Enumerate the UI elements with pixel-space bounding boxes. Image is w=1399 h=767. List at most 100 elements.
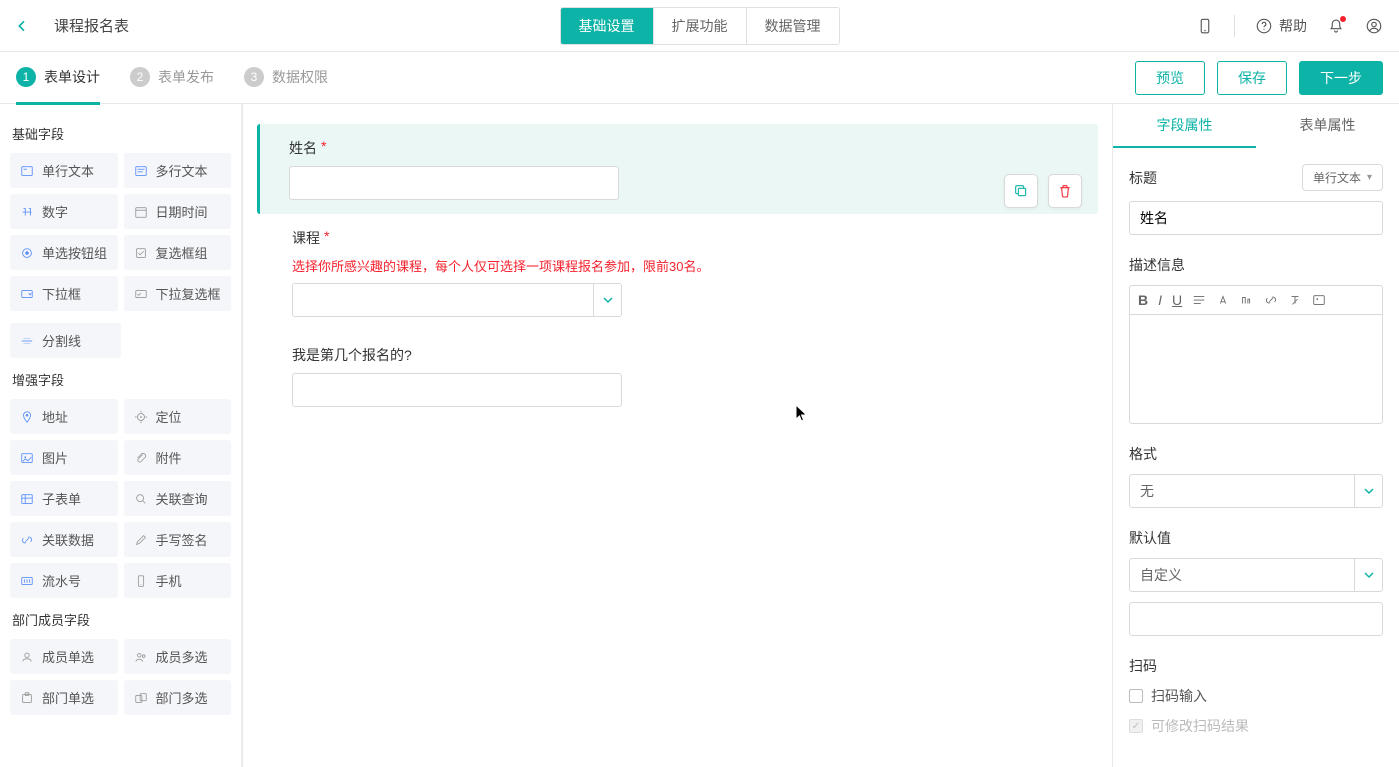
field-divider[interactable]: 分割线 [10,323,121,358]
divider [1234,15,1235,37]
step-form-publish[interactable]: 2 表单发布 [130,67,214,89]
main-layout: 基础字段 单行文本 多行文本 数字 日期时间 单选按钮组 复选框组 下拉框 下拉… [0,104,1399,767]
field-subform[interactable]: 子表单 [10,481,118,516]
field-image[interactable]: 图片 [10,440,118,475]
save-button[interactable]: 保存 [1217,61,1287,95]
tab-basic-settings[interactable]: 基础设置 [561,8,654,44]
field-label: 流水号 [42,571,81,590]
default-mode-value: 自定义 [1140,565,1182,585]
field-label: 定位 [156,407,182,426]
field-multiselect[interactable]: 下拉复选框 [124,276,232,311]
field-linked-data[interactable]: 关联数据 [10,522,118,557]
default-value-input[interactable] [1129,602,1383,636]
field-label: 下拉复选框 [156,284,221,303]
field-type-dropdown[interactable]: 单行文本 ▾ [1302,164,1383,191]
clear-format-button[interactable] [1288,292,1302,308]
field-attachment[interactable]: 附件 [124,440,232,475]
help-button[interactable]: 帮助 [1255,16,1307,36]
step-num: 1 [16,67,36,87]
field-multi-line-text[interactable]: 多行文本 [124,153,232,188]
field-datetime[interactable]: 日期时间 [124,194,232,229]
step-form-design[interactable]: 1 表单设计 [16,67,100,89]
field-actions [1004,174,1082,208]
italic-button[interactable]: I [1158,292,1162,308]
tab-data-management[interactable]: 数据管理 [747,8,839,44]
course-select[interactable] [292,283,622,317]
field-label: 关联查询 [156,489,208,508]
field-phone[interactable]: 手机 [124,563,232,598]
field-address[interactable]: 地址 [10,399,118,434]
next-button[interactable]: 下一步 [1299,61,1383,95]
field-palette: 基础字段 单行文本 多行文本 数字 日期时间 单选按钮组 复选框组 下拉框 下拉… [0,104,242,767]
field-checkbox-group[interactable]: 复选框组 [124,235,232,270]
field-single-line-text[interactable]: 单行文本 [10,153,118,188]
title-label: 标题 [1129,168,1157,188]
font-size-button[interactable] [1240,292,1254,308]
tab-extensions[interactable]: 扩展功能 [654,8,747,44]
field-dept-multi[interactable]: 部门多选 [124,680,232,715]
field-label: 地址 [42,407,68,426]
field-label: 单行文本 [42,161,94,180]
type-badge-label: 单行文本 [1313,169,1361,186]
name-input[interactable] [289,166,619,200]
preview-button[interactable]: 预览 [1135,61,1205,95]
form-field-name[interactable]: 姓名* [257,124,1098,214]
scan-input-checkbox-row[interactable]: 扫码输入 [1129,686,1383,706]
delete-field-button[interactable] [1048,174,1082,208]
field-select[interactable]: 下拉框 [10,276,118,311]
text-icon [20,164,34,178]
tab-field-properties[interactable]: 字段属性 [1113,104,1256,148]
properties-tabs: 字段属性 表单属性 [1113,104,1399,148]
top-tabs: 基础设置 扩展功能 数据管理 [560,7,840,45]
format-select[interactable]: 无 [1129,474,1383,508]
user-menu-button[interactable] [1365,17,1383,35]
step-label: 数据权限 [272,67,328,87]
back-button[interactable] [8,12,36,40]
field-dept-single[interactable]: 部门单选 [10,680,118,715]
field-lookup[interactable]: 关联查询 [124,481,232,516]
mobile-icon [1196,17,1214,35]
description-editor[interactable] [1129,314,1383,424]
field-signature[interactable]: 手写签名 [124,522,232,557]
step-data-permissions[interactable]: 3 数据权限 [244,67,328,89]
order-input[interactable] [292,373,622,407]
mobile-preview-button[interactable] [1196,17,1214,35]
font-color-button[interactable] [1216,292,1230,308]
multiselect-icon [134,287,148,301]
textarea-icon [134,164,148,178]
help-icon [1255,17,1273,35]
field-label: 图片 [42,448,68,467]
title-input[interactable] [1129,201,1383,235]
tab-form-properties[interactable]: 表单属性 [1256,104,1399,148]
field-member-multi[interactable]: 成员多选 [124,639,232,674]
rich-text-toolbar: B I U [1129,285,1383,314]
form-field-order[interactable]: 我是第几个报名的? [273,331,1082,421]
field-location[interactable]: 定位 [124,399,232,434]
field-number[interactable]: 数字 [10,194,118,229]
copy-field-button[interactable] [1004,174,1038,208]
step-num: 2 [130,67,150,87]
form-canvas[interactable]: 姓名* 课程* 选择你所感兴趣的课程，每个人仅可选择一项课程报名参加，限前30名… [242,104,1113,767]
scan-label: 扫码 [1129,656,1383,676]
description-label: 描述信息 [1129,255,1383,275]
number-icon [20,205,34,219]
field-member-single[interactable]: 成员单选 [10,639,118,674]
form-title-input[interactable] [48,13,248,38]
field-label: 日期时间 [156,202,208,221]
field-label: 我是第几个报名的? [292,345,1066,365]
link-button[interactable] [1264,292,1278,308]
notifications-button[interactable] [1327,17,1345,35]
field-label: 分割线 [42,331,81,350]
align-button[interactable] [1192,292,1206,308]
enhanced-fields-grid: 地址 定位 图片 附件 子表单 关联查询 关联数据 手写签名 流水号 手机 [10,399,231,598]
section-basic-fields: 基础字段 [12,124,231,143]
bold-button[interactable]: B [1138,292,1148,308]
field-serial-number[interactable]: 流水号 [10,563,118,598]
field-radio-group[interactable]: 单选按钮组 [10,235,118,270]
field-label: 手写签名 [156,530,208,549]
insert-image-button[interactable] [1312,292,1326,308]
default-mode-select[interactable]: 自定义 [1129,558,1383,592]
underline-button[interactable]: U [1172,292,1182,308]
form-field-course[interactable]: 课程* 选择你所感兴趣的课程，每个人仅可选择一项课程报名参加，限前30名。 [273,214,1082,331]
search-icon [134,492,148,506]
